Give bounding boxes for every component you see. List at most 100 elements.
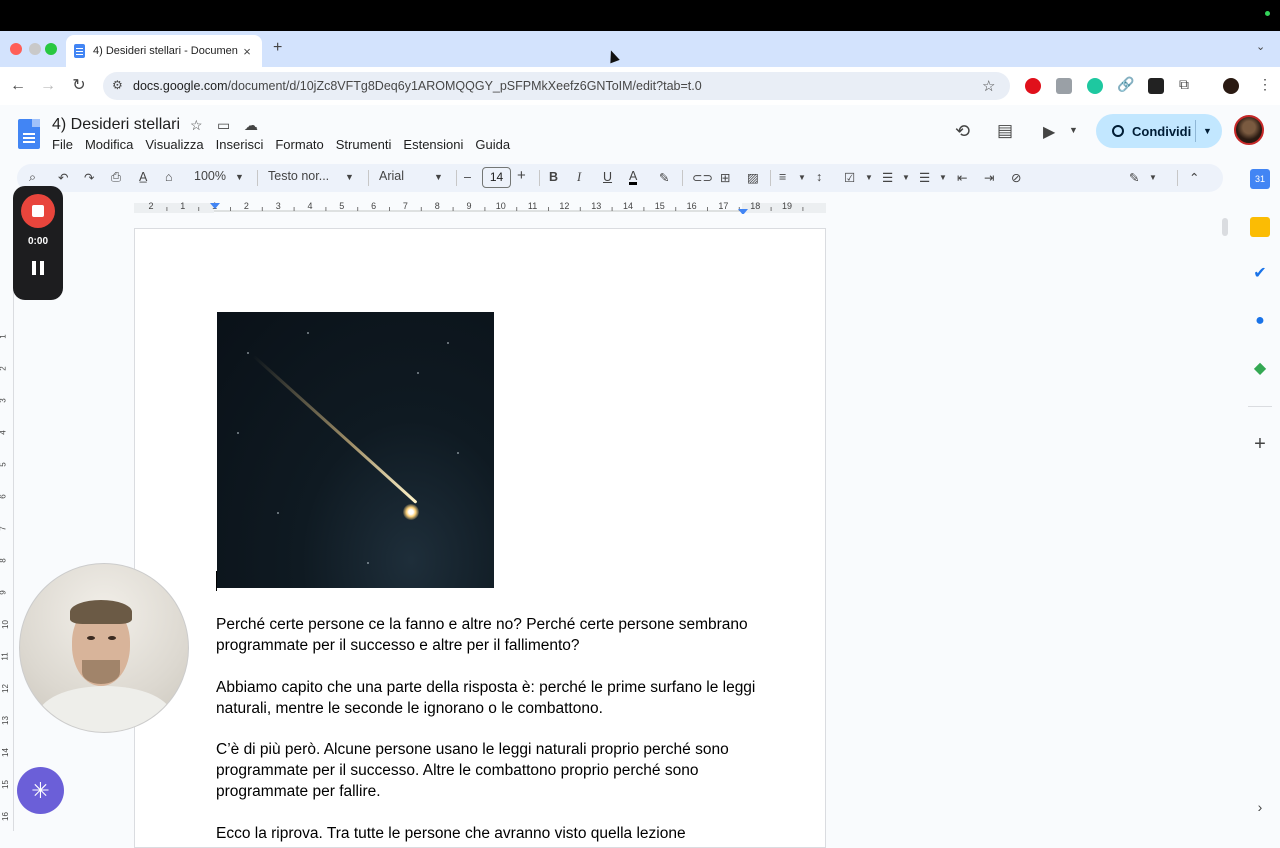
spellcheck-icon[interactable]: A̲ (139, 170, 147, 184)
collapse-menus-icon[interactable]: ⌃ (1189, 170, 1199, 185)
increase-font-size-icon[interactable]: + (517, 167, 526, 184)
menu-estensioni[interactable]: Estensioni (403, 137, 469, 152)
decrease-indent-icon[interactable]: ⇤ (957, 170, 967, 185)
menu-formato[interactable]: Formato (275, 137, 329, 152)
close-window-icon[interactable] (10, 43, 22, 55)
share-button[interactable]: Condividi ▼ (1096, 114, 1222, 148)
webcam-bubble[interactable] (19, 563, 189, 733)
increase-indent-icon[interactable]: ⇥ (984, 170, 994, 185)
editing-mode-icon[interactable]: ✎ (1129, 170, 1139, 185)
calendar-icon[interactable]: 31 (1250, 169, 1270, 189)
font-dropdown-icon[interactable]: ▼ (434, 172, 443, 182)
numbered-dropdown-icon[interactable]: ▼ (939, 173, 947, 182)
forward-icon[interactable]: → (37, 75, 59, 97)
font-select[interactable]: Arial (379, 169, 404, 183)
fullscreen-window-icon[interactable] (45, 43, 57, 55)
cloud-status-icon[interactable]: ☁ (244, 117, 258, 134)
site-info-icon[interactable]: ⚙ (112, 78, 123, 92)
keep-icon[interactable] (1250, 217, 1270, 237)
horizontal-ruler[interactable]: 2112345678910111213141516171819 (134, 198, 826, 215)
minimize-window-icon[interactable] (29, 43, 41, 55)
checklist-icon[interactable]: ☑ (844, 170, 855, 185)
font-size-input[interactable]: 14 (482, 167, 511, 188)
checklist-dropdown-icon[interactable]: ▼ (865, 173, 873, 182)
bold-icon[interactable]: B (549, 170, 558, 184)
add-comment-icon[interactable]: ⊞ (720, 170, 730, 185)
meet-icon[interactable]: ▶ (1043, 122, 1055, 142)
profile-avatar-icon[interactable] (1223, 78, 1239, 94)
menu-file[interactable]: File (52, 137, 79, 152)
menu-guida[interactable]: Guida (475, 137, 516, 152)
script-extension-icon[interactable] (1148, 78, 1164, 94)
editing-mode-dropdown-icon[interactable]: ▼ (1149, 173, 1157, 182)
new-tab-button[interactable]: + (273, 39, 282, 57)
paragraph-style-select[interactable]: Testo nor... (268, 169, 329, 183)
bookmark-star-icon[interactable]: ☆ (982, 77, 995, 95)
show-side-panel-icon[interactable]: › (1250, 797, 1270, 817)
search-menus-icon[interactable]: ⌕ (29, 170, 36, 185)
clear-formatting-icon[interactable]: ⊘ (1011, 170, 1021, 185)
browser-menu-icon[interactable]: ⋮ (1258, 76, 1272, 93)
menu-modifica[interactable]: Modifica (85, 137, 139, 152)
add-addon-icon[interactable]: + (1250, 434, 1270, 454)
align-dropdown-icon[interactable]: ▼ (798, 173, 806, 182)
document-page[interactable]: Perché certe persone ce la fanno e altre… (134, 228, 826, 848)
account-avatar[interactable] (1234, 115, 1264, 145)
extensions-puzzle-icon[interactable]: ⧉ (1179, 76, 1189, 93)
contacts-icon[interactable]: ● (1250, 311, 1270, 331)
underline-icon[interactable]: U (603, 170, 612, 184)
zoom-dropdown-icon[interactable]: ▼ (235, 172, 244, 182)
numbered-list-icon[interactable]: ☰ (919, 170, 930, 185)
link-extension-icon[interactable]: 🔗 (1117, 76, 1134, 93)
stop-recording-button[interactable] (21, 194, 55, 228)
reload-icon[interactable]: ↻ (68, 75, 90, 97)
meet-dropdown-icon[interactable]: ▼ (1069, 125, 1078, 135)
tab-search-icon[interactable]: ⌄ (1256, 40, 1265, 53)
assistant-snowflake-button[interactable]: ✳ (17, 767, 64, 814)
paragraph-4[interactable]: Ecco la riprova. Tra tutte le persone ch… (216, 823, 756, 844)
print-icon[interactable]: ⎙ (111, 170, 121, 185)
vertical-ruler-tick-label: 2 (0, 366, 8, 370)
maps-icon[interactable]: ◆ (1250, 359, 1270, 379)
line-spacing-icon[interactable]: ↕ (816, 170, 822, 184)
version-history-icon[interactable]: ⟲ (955, 121, 970, 142)
decrease-font-size-icon[interactable]: – (464, 170, 471, 184)
paragraph-2[interactable]: Abbiamo capito che una parte della rispo… (216, 677, 756, 719)
zoom-select[interactable]: 100% (194, 169, 226, 183)
text-color-icon[interactable]: A (629, 170, 638, 185)
vertical-ruler[interactable]: 12345678910111213141516 (0, 214, 14, 831)
align-icon[interactable]: ≡ (779, 170, 786, 184)
camera-extension-icon[interactable] (1056, 78, 1072, 94)
style-dropdown-icon[interactable]: ▼ (345, 172, 354, 182)
docs-logo-icon[interactable] (18, 119, 40, 149)
paragraph-1[interactable]: Perché certe persone ce la fanno e altre… (216, 614, 756, 656)
menu-visualizza[interactable]: Visualizza (145, 137, 209, 152)
star-icon[interactable]: ☆ (190, 117, 203, 134)
redo-icon[interactable]: ↷ (84, 170, 94, 185)
undo-icon[interactable]: ↶ (58, 170, 68, 185)
back-icon[interactable]: ← (7, 75, 29, 97)
insert-image-icon[interactable]: ▨ (747, 170, 759, 185)
pause-recording-button[interactable] (32, 261, 44, 275)
menu-inserisci[interactable]: Inserisci (216, 137, 270, 152)
insert-link-icon[interactable]: ⊂⊃ (692, 170, 713, 185)
address-bar[interactable]: ⚙ docs.google.com/document/d/10jZc8VFTg8… (103, 72, 1010, 100)
shooting-star-image[interactable] (217, 312, 494, 588)
paragraph-3[interactable]: C’è di più però. Alcune persone usano le… (216, 739, 756, 802)
tasks-icon[interactable]: ✔ (1250, 264, 1270, 284)
share-dropdown-icon[interactable]: ▼ (1203, 114, 1212, 148)
paint-format-icon[interactable]: ⌂ (165, 170, 173, 184)
tab-close-icon[interactable]: × (238, 44, 256, 59)
opera-extension-icon[interactable] (1025, 78, 1041, 94)
browser-tab-active[interactable]: 4) Desideri stellari - Documen × (66, 35, 262, 67)
bulleted-list-icon[interactable]: ☰ (882, 170, 893, 185)
comments-icon[interactable]: ▤ (997, 121, 1013, 141)
scrollbar-thumb[interactable] (1222, 218, 1228, 236)
document-title[interactable]: 4) Desideri stellari (52, 116, 180, 134)
bullet-dropdown-icon[interactable]: ▼ (902, 173, 910, 182)
menu-strumenti[interactable]: Strumenti (336, 137, 398, 152)
italic-icon[interactable]: I (577, 170, 581, 185)
highlight-color-icon[interactable]: ✎ (659, 170, 669, 185)
m-extension-icon[interactable] (1087, 78, 1103, 94)
move-folder-icon[interactable]: ▭ (217, 117, 230, 134)
